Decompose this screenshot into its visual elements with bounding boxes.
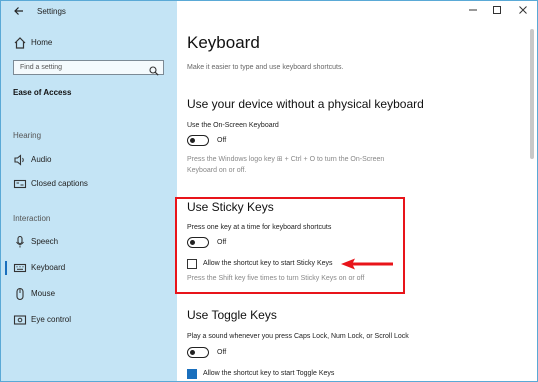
sidebar-item-closed-captions[interactable]: Closed captions [1,173,177,195]
sidebar-item-label: Speech [31,237,59,246]
sidebar-item-label: Closed captions [31,179,88,188]
page-title: Keyboard [187,33,260,52]
search-placeholder: Find a setting [20,64,63,71]
section-heading-toggle-keys: Use Toggle Keys [187,308,277,322]
search-icon[interactable] [149,63,159,76]
toggle-keys-label: Play a sound whenever you press Caps Loc… [187,333,409,340]
sidebar-item-mouse[interactable]: Mouse [1,283,177,305]
sidebar-item-label: Mouse [31,289,56,298]
captions-icon [13,177,27,191]
sidebar-item-speech[interactable]: Speech [1,231,177,253]
section-header-hearing: Hearing [13,131,42,140]
keyboard-icon [13,261,27,275]
section-heading-osk: Use your device without a physical keybo… [187,97,424,111]
sidebar-item-label: Audio [31,155,52,164]
selection-indicator [5,261,7,275]
back-arrow-icon[interactable] [11,5,27,21]
sidebar-item-keyboard[interactable]: Keyboard [1,257,177,279]
eye-control-icon [13,313,27,327]
sidebar-item-label: Eye control [31,315,72,324]
osk-hint-line2: Keyboard on or off. [187,167,247,174]
toggle-keys-toggle[interactable] [187,347,209,358]
sidebar-item-audio[interactable]: Audio [1,149,177,171]
sidebar-item-home[interactable]: Home [1,32,177,54]
osk-label: Use the On-Screen Keyboard [187,122,279,129]
search-input[interactable]: Find a setting [13,60,164,76]
mouse-icon [13,287,27,301]
page-subtitle: Make it easier to type and use keyboard … [187,64,344,71]
toggle-keys-shortcut-checkbox[interactable] [187,369,197,379]
settings-window: Home Find a setting Ease of Access Heari… [0,0,538,382]
section-header-interaction: Interaction [13,214,51,223]
sidebar-item-label: Keyboard [31,263,66,272]
scrollbar[interactable] [530,29,534,159]
microphone-icon [13,235,27,249]
speaker-icon [13,153,27,167]
toggle-keys-shortcut-label: Allow the shortcut key to start Toggle K… [203,370,335,377]
category-title: Ease of Access [13,88,72,97]
home-icon [13,36,27,50]
toggle-knob [190,137,195,143]
osk-toggle-state: Off [217,137,227,144]
highlight-box [175,197,405,294]
sidebar-item-eye-control[interactable]: Eye control [1,309,177,331]
sidebar: Home Find a setting Ease of Access Heari… [1,1,177,381]
window-title: Settings [37,7,66,16]
osk-toggle[interactable] [187,135,209,146]
osk-hint-line1: Press the Windows logo key ⊞ + Ctrl + O … [187,156,385,163]
toggle-keys-toggle-state: Off [217,349,227,356]
toggle-knob [190,349,195,355]
main-content: Keyboard Make it easier to type and use … [177,1,537,381]
sidebar-item-label: Home [31,38,53,47]
red-arrow-icon [341,258,393,270]
